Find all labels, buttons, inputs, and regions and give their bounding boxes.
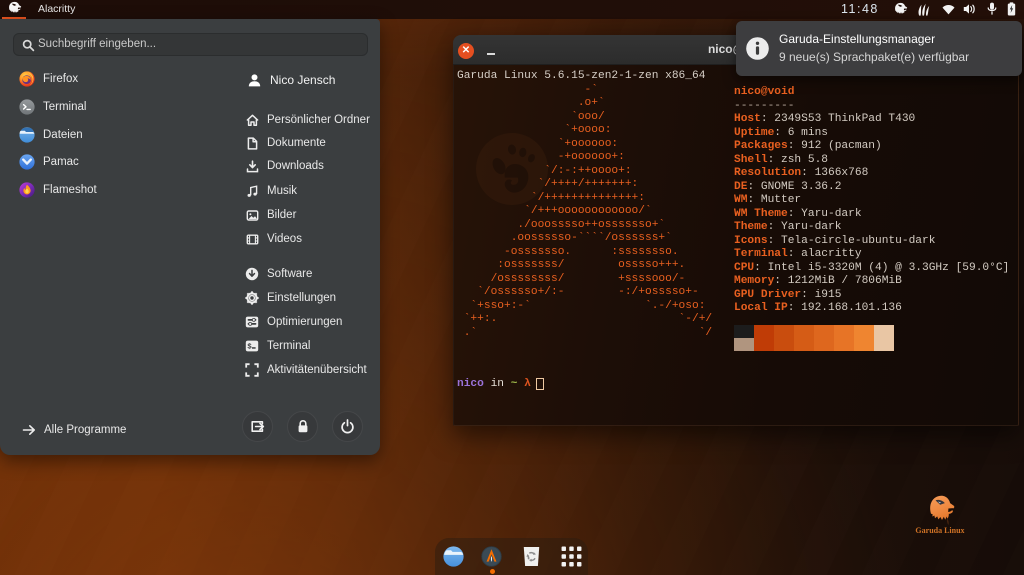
svg-text:$: $ xyxy=(247,343,252,351)
